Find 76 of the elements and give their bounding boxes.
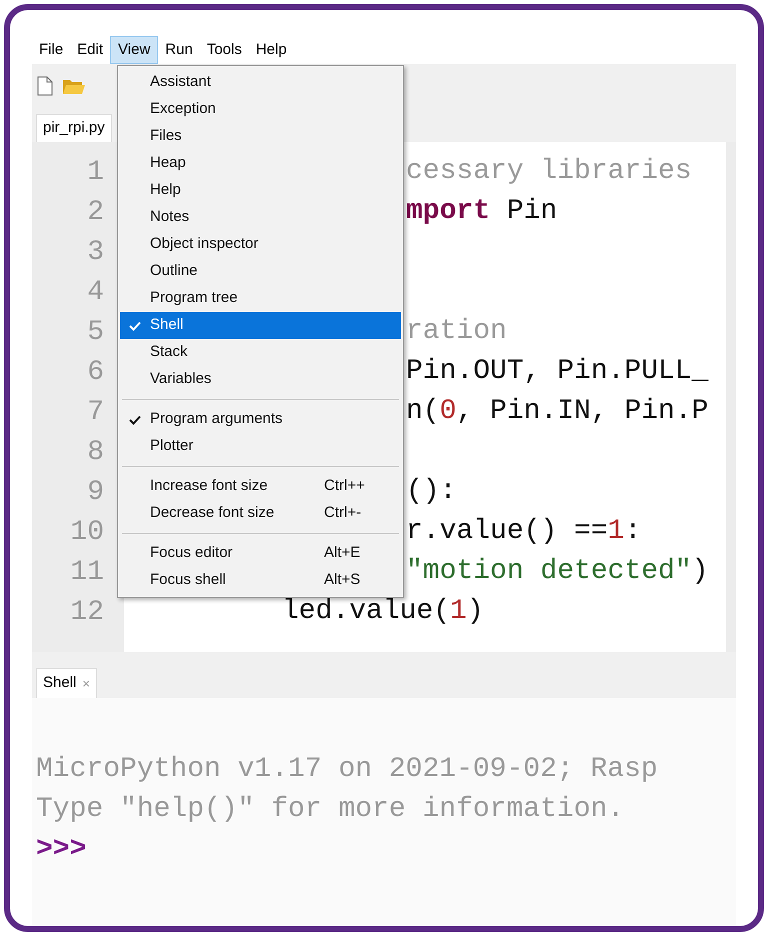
code-line: (): [406,475,456,509]
menu-bar-item[interactable]: Edit [70,36,110,64]
menu-bar-item[interactable]: Tools [200,36,249,64]
shell-prompt: >>> [36,834,86,865]
menu-label: Help [150,180,182,200]
menu-label: Exception [150,99,217,120]
shortcut: Alt+S [324,570,360,590]
menu-label: Decrease font size [150,503,276,524]
line-number: 6 [87,356,104,390]
menu-label: Notes [150,207,190,228]
menu-label: Heap [150,153,187,174]
menu-item[interactable]: Focus shell Alt+S [120,567,401,594]
menu-bar-item[interactable]: File [32,36,70,64]
shell-output: MicroPython v1.17 on 2021-09-02; Rasp [36,754,658,785]
menu-label: Focus editor [150,543,234,564]
menu-label: Program tree [150,288,239,308]
code-line: r.value() ==1: [406,515,642,549]
menu-item[interactable]: Plotter [120,433,401,460]
code-line: ration [406,315,507,349]
code-line: mport Pin [406,195,558,229]
menu-label: Focus shell [150,570,227,590]
menu-item[interactable]: Focus editor Alt+E [120,540,401,567]
menu-bar-item[interactable]: Run [158,36,200,64]
line-number: 11 [70,556,104,590]
menu-bar-item[interactable]: Help [248,36,294,64]
menu-label: Increase font size [150,476,269,496]
line-number: 9 [87,476,104,510]
check-icon [129,320,141,330]
tab-label: Shell [43,673,76,694]
code-line: Pin.OUT, Pin.PULL_ [406,355,708,389]
menu-item[interactable]: Notes [120,204,401,231]
menu-label: Program arguments [150,409,284,430]
menu-label: Shell [150,315,184,336]
shortcut: Alt+E [324,543,360,564]
line-number: 2 [87,196,104,230]
menu-bar-item[interactable]: View [110,36,158,64]
menu-item[interactable]: Object inspector [120,231,401,258]
editor-tab[interactable]: pir_rpi.py [36,114,112,142]
menu-label: Files [150,126,183,146]
check-icon [129,414,141,424]
menu-item[interactable]: Exception [120,96,401,123]
line-number: 1 [87,156,104,190]
line-number: 3 [87,236,104,270]
menu-item[interactable]: Increase font size Ctrl++ [120,473,401,500]
code-line: n(0, Pin.IN, Pin.P [406,395,708,429]
shortcut: Ctrl+- [324,503,362,524]
menu-item[interactable]: Outline [120,258,401,285]
line-number: 7 [87,396,104,430]
line-number: 8 [87,436,104,470]
code-line: led.value(1) [282,595,484,629]
shell-output: Type "help()" for more information. [36,794,624,825]
line-number: 4 [87,276,104,310]
menu-label: Object inspector [150,234,260,254]
shell-tab[interactable]: Shell × [36,668,97,698]
menu-label: Assistant [150,72,212,92]
line-number: 10 [70,516,104,550]
menu-item[interactable]: Decrease font size Ctrl+- [120,500,401,527]
shortcut: Ctrl++ [324,476,365,496]
menu-item[interactable]: Program tree [120,285,401,312]
code-line: cessary libraries [406,155,692,189]
line-number: 5 [87,316,104,350]
menu-item[interactable]: Shell [120,312,401,339]
menu-label: Outline [150,261,199,282]
menu-label: Stack [150,342,189,362]
menu-item[interactable]: Stack [120,339,401,366]
new-file-icon[interactable] [36,76,54,96]
menu-label: Variables [150,369,212,390]
menu-item[interactable]: Variables [120,366,401,393]
menu-item[interactable]: Files [120,123,401,150]
menu-item[interactable]: Help [120,177,401,204]
shell-panel[interactable]: MicroPython v1.17 on 2021-09-02; Rasp Type "help()" for more information. >>> [32,698,736,926]
line-number: 12 [70,596,104,630]
menu-item[interactable]: Heap [120,150,401,177]
menu-item[interactable]: Program arguments [120,406,401,433]
code-line: "motion detected") [406,555,708,589]
menu-label: Plotter [150,436,194,456]
